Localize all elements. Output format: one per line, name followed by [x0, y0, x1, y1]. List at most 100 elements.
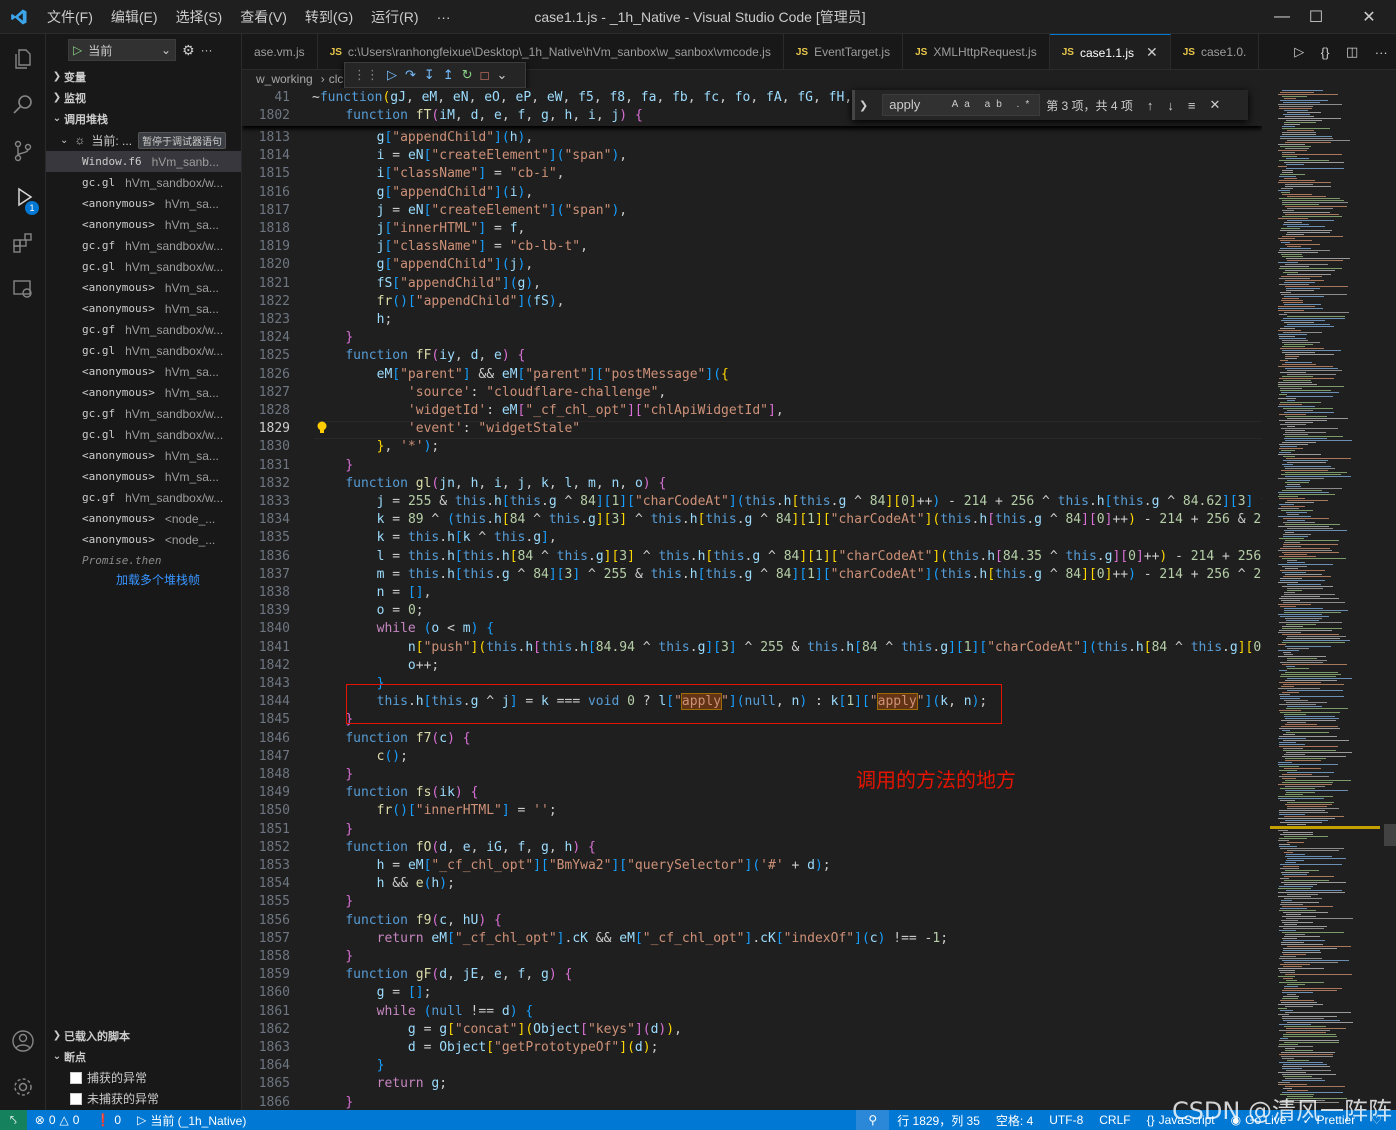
- line-number[interactable]: 1825: [242, 347, 290, 365]
- stack-frame[interactable]: gc.gf hVm_sandbox/w...: [46, 319, 241, 340]
- code-line[interactable]: 1831 }: [242, 457, 1262, 475]
- vscode-logo[interactable]: [0, 0, 38, 34]
- editor-tab[interactable]: JS case1.1.js ✕: [1049, 34, 1171, 69]
- line-number[interactable]: 1823: [242, 311, 290, 329]
- find-input[interactable]: apply Aa ab .*: [882, 94, 1041, 116]
- braces-icon[interactable]: {}: [1321, 45, 1330, 60]
- line-number[interactable]: 1843: [242, 675, 290, 693]
- ports-indicator[interactable]: ❗ 0: [87, 1113, 129, 1127]
- line-number[interactable]: 1830: [242, 438, 290, 456]
- bp-caught-exceptions[interactable]: 捕获的异常: [46, 1067, 241, 1088]
- code-line[interactable]: 1816 g["appendChild"](i),: [242, 184, 1262, 202]
- stack-frame[interactable]: <anonymous> hVm_sa...: [46, 214, 241, 235]
- step-out-icon[interactable]: ↥: [443, 67, 454, 83]
- stack-frame[interactable]: <anonymous> <node_...: [46, 508, 241, 529]
- editor-tab[interactable]: JS XMLHttpRequest.js: [903, 34, 1050, 69]
- line-number[interactable]: 1859: [242, 966, 290, 984]
- code-line[interactable]: 1852 function fO(d, e, iG, f, g, h) {: [242, 839, 1262, 857]
- more-actions-icon[interactable]: ···: [201, 43, 213, 57]
- restart-icon[interactable]: ↻: [462, 67, 473, 83]
- line-number[interactable]: 41: [242, 89, 290, 107]
- line-number[interactable]: 1858: [242, 948, 290, 966]
- code-line[interactable]: 1841 n["push"](this.h[this.h[84.94 ^ thi…: [242, 639, 1262, 657]
- stack-frame[interactable]: Window.f6 hVm_sanb...: [46, 151, 241, 172]
- line-number[interactable]: 1845: [242, 711, 290, 729]
- run-icon[interactable]: ▷: [1294, 44, 1304, 60]
- line-number[interactable]: 1841: [242, 639, 290, 657]
- editor-tab[interactable]: JS case1.0.: [1171, 34, 1260, 69]
- code-line[interactable]: 1864 }: [242, 1057, 1262, 1075]
- code-line[interactable]: 1839 o = 0;: [242, 602, 1262, 620]
- stack-frame[interactable]: <anonymous> hVm_sa...: [46, 361, 241, 382]
- search-icon[interactable]: [0, 82, 46, 128]
- encoding[interactable]: UTF-8: [1041, 1113, 1091, 1127]
- code-line[interactable]: 1837 m = this.h[this.g ^ 84][3] ^ 255 & …: [242, 566, 1262, 584]
- code-line[interactable]: 1847 c();: [242, 748, 1262, 766]
- code-line[interactable]: 1822 fr()["appendChild"](fS),: [242, 293, 1262, 311]
- code-line[interactable]: 1832 function gl(jn, h, i, j, k, l, m, n…: [242, 475, 1262, 493]
- line-number[interactable]: 1854: [242, 875, 290, 893]
- find-options[interactable]: Aa ab .*: [952, 95, 1036, 115]
- menu-item[interactable]: 转到(G): [296, 0, 362, 34]
- line-number[interactable]: 1860: [242, 984, 290, 1002]
- line-number[interactable]: 1834: [242, 511, 290, 529]
- remote-explorer-icon[interactable]: [0, 266, 46, 312]
- line-number[interactable]: 1863: [242, 1039, 290, 1057]
- code-line[interactable]: 1829 'event': "widgetStale": [242, 420, 1262, 438]
- account-icon[interactable]: [0, 1018, 46, 1064]
- code-line[interactable]: 1826 eM["parent"] && eM["parent"]["postM…: [242, 366, 1262, 384]
- variables-section[interactable]: ❯ 变量: [46, 66, 241, 87]
- code-line[interactable]: 1813 g["appendChild"](h),: [242, 129, 1262, 147]
- line-number[interactable]: 1861: [242, 1003, 290, 1021]
- line-number[interactable]: 1817: [242, 202, 290, 220]
- watch-section[interactable]: ❯ 监视: [46, 87, 241, 108]
- line-number[interactable]: 1818: [242, 220, 290, 238]
- code-line[interactable]: 1834 k = 89 ^ (this.h[84 ^ this.g][3] ^ …: [242, 511, 1262, 529]
- close-window-button[interactable]: ✕: [1346, 0, 1392, 34]
- gear-icon[interactable]: [0, 1064, 46, 1110]
- line-number[interactable]: 1819: [242, 238, 290, 256]
- drag-handle-icon[interactable]: ⋮⋮: [353, 67, 379, 83]
- code-line[interactable]: 1853 h = eM["_cf_chl_opt"]["BmYwa2"]["qu…: [242, 857, 1262, 875]
- menu-item[interactable]: 编辑(E): [102, 0, 167, 34]
- line-number[interactable]: 1849: [242, 784, 290, 802]
- code-line[interactable]: 1824 }: [242, 329, 1262, 347]
- line-number[interactable]: 1857: [242, 930, 290, 948]
- breadcrumb-item[interactable]: w_working: [256, 72, 313, 86]
- indentation[interactable]: 空格: 4: [988, 1112, 1041, 1129]
- step-into-icon[interactable]: ↧: [424, 67, 435, 83]
- code-line[interactable]: 1819 j["className"] = "cb-lb-t",: [242, 238, 1262, 256]
- previous-match-icon[interactable]: ↑: [1147, 98, 1154, 113]
- zoom-indicator[interactable]: ⚲: [856, 1110, 890, 1130]
- code-line[interactable]: 1859 function gF(d, jE, e, f, g) {: [242, 966, 1262, 984]
- code-line[interactable]: 1863 d = Object["getPrototypeOf"](d);: [242, 1039, 1262, 1057]
- code-line[interactable]: 1815 i["className"] = "cb-i",: [242, 165, 1262, 183]
- thread-item[interactable]: ⌄ ☼ 当前: ... 暂停于调试器语句: [46, 129, 241, 151]
- code-line[interactable]: 1856 function f9(c, hU) {: [242, 912, 1262, 930]
- stack-frame[interactable]: <anonymous> hVm_sa...: [46, 445, 241, 466]
- loaded-scripts-section[interactable]: ❯ 已载入的脚本: [46, 1025, 241, 1046]
- menu-item[interactable]: ···: [428, 0, 460, 34]
- line-number[interactable]: 1839: [242, 602, 290, 620]
- code-line[interactable]: 1851 }: [242, 821, 1262, 839]
- debug-target[interactable]: ▷ 当前 (_1h_Native): [129, 1112, 254, 1129]
- line-number[interactable]: 1852: [242, 839, 290, 857]
- next-match-icon[interactable]: ↓: [1167, 98, 1174, 113]
- code-line[interactable]: 1860 g = [];: [242, 984, 1262, 1002]
- split-editor-icon[interactable]: ◫: [1346, 44, 1358, 60]
- line-number[interactable]: 1850: [242, 802, 290, 820]
- code-line[interactable]: 1866 }: [242, 1094, 1262, 1110]
- line-number[interactable]: 1816: [242, 184, 290, 202]
- line-number[interactable]: 1826: [242, 366, 290, 384]
- close-icon[interactable]: ✕: [1210, 97, 1221, 113]
- line-number[interactable]: 1832: [242, 475, 290, 493]
- chevron-down-icon[interactable]: ⌄: [496, 67, 507, 83]
- code-line[interactable]: 1846 function f7(c) {: [242, 730, 1262, 748]
- menu-item[interactable]: 文件(F): [38, 0, 102, 34]
- editor-tab[interactable]: JS EventTarget.js: [784, 34, 904, 69]
- line-number[interactable]: 1846: [242, 730, 290, 748]
- menu-item[interactable]: 运行(R): [362, 0, 427, 34]
- line-number[interactable]: 1833: [242, 493, 290, 511]
- line-number[interactable]: 1862: [242, 1021, 290, 1039]
- more-actions-icon[interactable]: ···: [1375, 45, 1388, 60]
